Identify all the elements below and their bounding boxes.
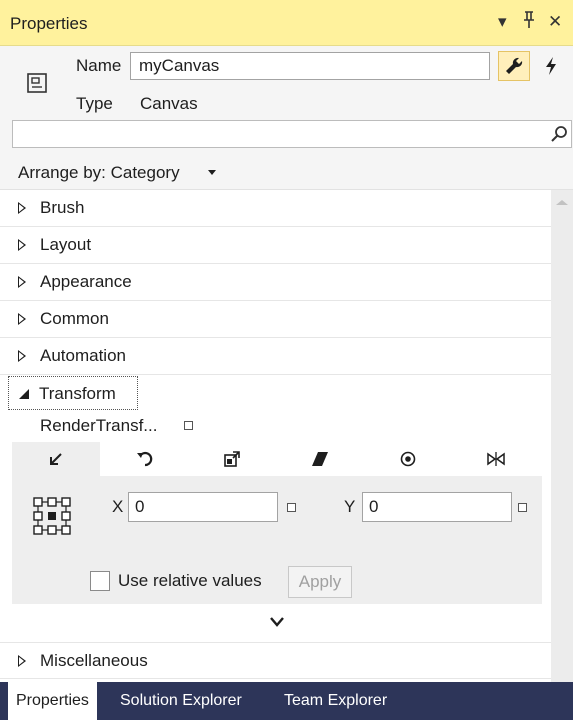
- type-value: Canvas: [140, 94, 198, 113]
- category-brush[interactable]: Brush: [0, 190, 551, 227]
- category-common[interactable]: Common: [0, 301, 551, 338]
- arrange-by-label: Arrange by: Category: [18, 163, 180, 182]
- translate-icon: [50, 453, 62, 465]
- translate-editor: X Y Use relative values Apply: [12, 476, 542, 604]
- chevron-down-icon: [208, 170, 216, 175]
- y-label: Y: [344, 497, 356, 516]
- title-bar: Properties ▾ ✕: [0, 0, 573, 46]
- chevron-down-icon: [270, 617, 284, 627]
- render-transform-label: RenderTransf...: [40, 416, 158, 435]
- tab-solution-explorer[interactable]: Solution Explorer: [112, 682, 250, 720]
- expand-arrow-icon: [18, 655, 26, 667]
- origin-grid-icon[interactable]: [32, 496, 72, 536]
- expand-arrow-icon: [18, 313, 26, 325]
- wrench-icon: [506, 57, 523, 74]
- expand-arrow-icon: [18, 202, 26, 214]
- y-property-marker-icon[interactable]: [518, 503, 527, 512]
- lightning-icon: [546, 57, 556, 75]
- category-label: Brush: [40, 198, 85, 217]
- events-view-button[interactable]: [536, 51, 566, 81]
- category-appearance[interactable]: Appearance: [0, 264, 551, 301]
- category-label: Transform: [39, 384, 116, 403]
- skew-icon: [312, 452, 328, 466]
- window-menu-dropdown-icon[interactable]: ▾: [498, 10, 507, 34]
- arrange-by-dropdown[interactable]: Arrange by: Category: [0, 160, 573, 190]
- expand-arrow-icon: [18, 239, 26, 251]
- collapse-arrow-icon: [19, 389, 29, 399]
- name-input[interactable]: [130, 52, 490, 80]
- category-label: Automation: [40, 346, 126, 365]
- tab-translate[interactable]: [12, 442, 100, 476]
- tab-rotate[interactable]: [100, 442, 188, 476]
- rotate-icon: [137, 451, 153, 467]
- name-label: Name: [76, 56, 122, 75]
- tab-properties[interactable]: Properties: [8, 682, 97, 720]
- tab-skew[interactable]: [276, 442, 364, 476]
- tool-window-tabs: Properties Solution Explorer Team Explor…: [0, 682, 573, 720]
- category-label: Common: [40, 309, 109, 328]
- use-relative-values-label: Use relative values: [118, 571, 262, 590]
- show-advanced-button[interactable]: [12, 604, 542, 640]
- tab-team-explorer[interactable]: Team Explorer: [276, 682, 395, 720]
- x-property-marker-icon[interactable]: [287, 503, 296, 512]
- flip-icon: [487, 452, 505, 466]
- scale-icon: [224, 451, 240, 467]
- search-icon: [551, 126, 567, 142]
- scroll-up-icon[interactable]: [556, 200, 568, 205]
- tab-flip[interactable]: [452, 442, 540, 476]
- y-input[interactable]: [362, 492, 512, 522]
- tab-center-point[interactable]: [364, 442, 452, 476]
- expand-arrow-icon: [18, 276, 26, 288]
- x-input[interactable]: [128, 492, 278, 522]
- panel-title: Properties: [10, 14, 88, 33]
- properties-panel: Properties ▾ ✕ Name Type Canvas: [0, 0, 573, 720]
- property-list: Brush Layout Appearance Common Automatio…: [0, 190, 573, 682]
- x-label: X: [112, 497, 124, 516]
- property-marker-icon[interactable]: [184, 421, 193, 430]
- category-label: Miscellaneous: [40, 651, 148, 670]
- category-label: Layout: [40, 235, 92, 254]
- close-icon[interactable]: ✕: [548, 10, 562, 34]
- vertical-scrollbar[interactable]: [551, 190, 573, 682]
- category-automation[interactable]: Automation: [0, 338, 551, 375]
- type-label: Type: [76, 94, 113, 113]
- properties-view-button[interactable]: [498, 51, 530, 81]
- apply-button[interactable]: Apply: [288, 566, 352, 598]
- object-header: Name Type Canvas: [0, 46, 573, 160]
- transform-tabs: [12, 442, 542, 476]
- center-point-icon: [400, 451, 416, 467]
- pin-icon[interactable]: [522, 10, 536, 37]
- category-label: Appearance: [40, 272, 132, 291]
- property-search-input[interactable]: [12, 120, 572, 148]
- category-transform[interactable]: Transform: [8, 376, 138, 410]
- canvas-object-icon: [27, 73, 47, 93]
- use-relative-values-checkbox[interactable]: [90, 571, 110, 591]
- category-layout[interactable]: Layout: [0, 227, 551, 264]
- category-miscellaneous[interactable]: Miscellaneous: [0, 642, 551, 679]
- tab-scale[interactable]: [188, 442, 276, 476]
- expand-arrow-icon: [18, 350, 26, 362]
